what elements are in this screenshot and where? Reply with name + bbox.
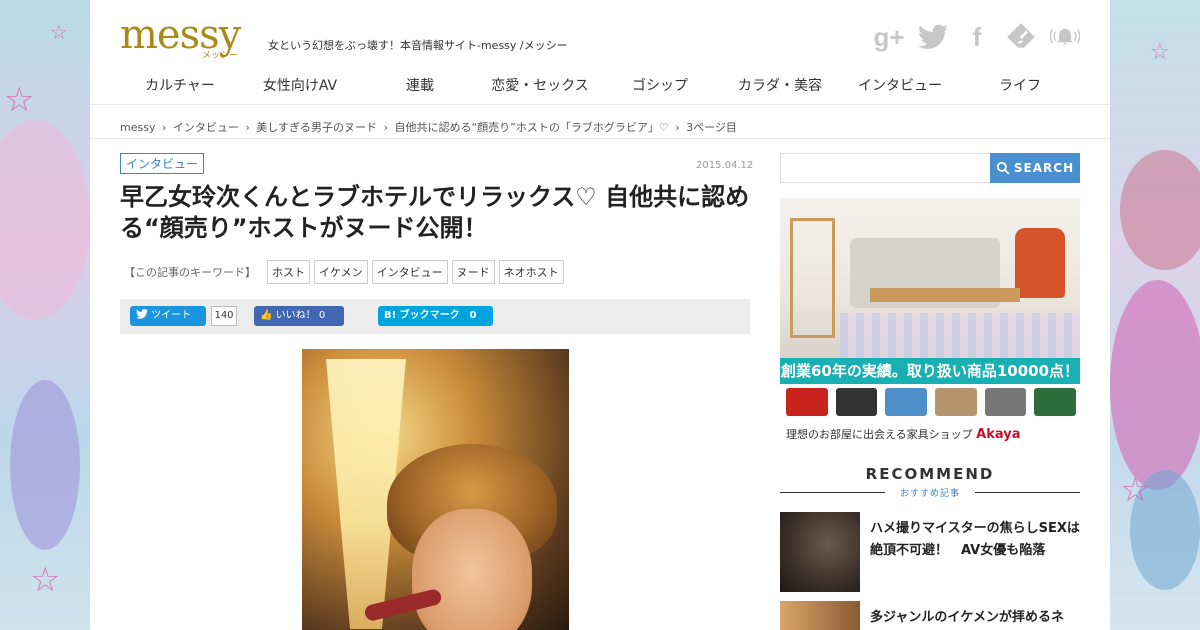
- ad-product-strip: [786, 388, 1077, 418]
- ad-rug: [840, 313, 1080, 358]
- nav-item-gossip[interactable]: ゴシップ: [600, 74, 720, 98]
- background-art-right: ☆ ☆: [1110, 0, 1200, 630]
- ad-product-sofa: [786, 388, 828, 416]
- ad-footer-text: 理想のお部屋に出会える家具ショップ: [786, 428, 973, 441]
- decor-blob: [1120, 150, 1200, 270]
- nav-item-av[interactable]: 女性向けAV: [240, 74, 360, 98]
- furniture-ad-banner[interactable]: 創業60年の実績。取り扱い商品10000点！ 理想のお部屋に出会える家具ショップ…: [780, 198, 1080, 446]
- tweet-button[interactable]: ツイート: [130, 306, 206, 326]
- divider: [90, 138, 1110, 139]
- social-links: g+ f: [873, 20, 1080, 54]
- tweet-label: ツイート: [151, 310, 192, 321]
- decor-blob: [1110, 280, 1200, 490]
- breadcrumb-separator: ›: [383, 121, 388, 134]
- keywords-label: 【この記事のキーワード】: [124, 266, 256, 279]
- star-icon: ☆: [1150, 40, 1170, 65]
- recommend-thumbnail[interactable]: [780, 512, 860, 592]
- recommend-subheading: おすすめ記事: [885, 486, 975, 499]
- ad-product-bed: [885, 388, 928, 416]
- breadcrumb-home[interactable]: messy: [120, 121, 155, 134]
- main-nav: カルチャー 女性向けAV 連載 恋愛・セックス ゴシップ カラダ・美容 インタビ…: [120, 74, 1080, 98]
- nav-item-life[interactable]: ライフ: [960, 74, 1080, 98]
- twitter-icon[interactable]: [918, 20, 948, 54]
- site-logo-sub: メッシー: [202, 51, 239, 61]
- twitter-icon: [136, 309, 148, 319]
- photo-face: [412, 509, 532, 630]
- keyword-tag[interactable]: ヌード: [451, 260, 495, 284]
- breadcrumb-category[interactable]: インタビュー: [173, 121, 239, 134]
- star-icon: ☆: [1120, 470, 1151, 510]
- nav-item-series[interactable]: 連載: [360, 74, 480, 98]
- decor-blob: [0, 120, 90, 320]
- breadcrumb-separator: ›: [245, 121, 250, 134]
- ad-room-image: [780, 198, 1080, 358]
- keyword-tag[interactable]: ホスト: [267, 260, 310, 284]
- ad-shelf: [790, 218, 835, 338]
- article-title: 早乙女玲次くんとラブホテルでリラックス♡ 自他共に認める“顔売り”ホストがヌード…: [120, 183, 750, 242]
- ad-headline: 創業60年の実績。取り扱い商品10000点！: [780, 358, 1080, 384]
- star-icon: ☆: [4, 80, 35, 120]
- hatena-bookmark-button[interactable]: B! ブックマーク 0: [378, 306, 493, 326]
- facebook-icon[interactable]: f: [962, 20, 992, 54]
- article-date: 2015.04.12: [696, 160, 754, 171]
- tweet-count: 140: [211, 306, 237, 326]
- ad-table: [870, 288, 1020, 302]
- page-container: messy メッシー 女という幻想をぶっ壊す！本音情報サイト-messy /メッ…: [90, 0, 1110, 630]
- keyword-list: ホスト イケメン インタビュー ヌード ネオホスト: [267, 260, 564, 284]
- notification-bell-icon[interactable]: [1050, 20, 1080, 54]
- search-icon: [996, 161, 1010, 175]
- recommend-thumbnail[interactable]: [780, 601, 860, 630]
- feedly-icon[interactable]: [1006, 20, 1036, 54]
- like-label: いいね！ 0: [275, 310, 326, 321]
- site-tagline: 女という幻想をぶっ壊す！本音情報サイト-messy /メッシー: [268, 39, 568, 52]
- recommend-title[interactable]: ハメ撮りマイスターの焦らしSEXは絶頂不可避！ AV女優も陥落: [870, 518, 1082, 562]
- keyword-tag[interactable]: イケメン: [314, 260, 368, 284]
- breadcrumb-article[interactable]: 自他共に認める“顔売り”ホストの「ラブホグラビア」♡: [394, 121, 668, 134]
- ad-product-lamp: [1034, 388, 1077, 416]
- ad-product-shelf: [984, 388, 1027, 416]
- star-icon: ☆: [30, 560, 61, 600]
- share-bar: ツイート 140 👍 いいね！ 0 B! ブックマーク 0: [120, 299, 750, 334]
- keyword-tag[interactable]: インタビュー: [371, 260, 448, 284]
- article-photo: [302, 349, 569, 630]
- divider: [90, 104, 1110, 105]
- breadcrumb-separator: ›: [675, 121, 680, 134]
- nav-item-culture[interactable]: カルチャー: [120, 74, 240, 98]
- decor-blob: [10, 380, 80, 550]
- category-tag[interactable]: インタビュー: [120, 153, 205, 174]
- nav-item-interview[interactable]: インタビュー: [840, 74, 960, 98]
- breadcrumb-separator: ›: [161, 121, 167, 134]
- ad-product-kotatsu: [935, 388, 977, 416]
- breadcrumb-current-page: 3ページ目: [686, 121, 737, 134]
- nav-item-beauty[interactable]: カラダ・美容: [720, 74, 840, 98]
- nav-item-love[interactable]: 恋愛・セックス: [480, 74, 600, 98]
- keyword-tag[interactable]: ネオホスト: [498, 260, 564, 284]
- ad-product-chair: [835, 388, 878, 416]
- search-button[interactable]: SEARCH: [990, 153, 1080, 183]
- facebook-like-button[interactable]: 👍 いいね！ 0: [254, 306, 344, 326]
- ad-brand-logo: Akaya: [976, 427, 1021, 442]
- ad-chair: [1015, 228, 1065, 298]
- recommend-title[interactable]: 多ジャンルのイケメンが拝めるネ: [870, 607, 1082, 629]
- search-input[interactable]: [780, 153, 991, 183]
- recommend-heading: RECOMMEND: [865, 465, 995, 483]
- star-icon: ☆: [50, 20, 68, 44]
- ad-footer: 理想のお部屋に出会える家具ショップ Akaya: [786, 426, 1021, 442]
- search-button-label: SEARCH: [1013, 161, 1075, 175]
- breadcrumb: messy › インタビュー › 美しすぎる男子のヌード › 自他共に認める“顔…: [120, 119, 740, 135]
- background-art-left: ☆ ☆ ☆: [0, 0, 90, 630]
- breadcrumb-series[interactable]: 美しすぎる男子のヌード: [256, 121, 377, 134]
- google-plus-icon[interactable]: g+: [873, 20, 904, 54]
- thumbs-up-icon: 👍: [260, 310, 273, 321]
